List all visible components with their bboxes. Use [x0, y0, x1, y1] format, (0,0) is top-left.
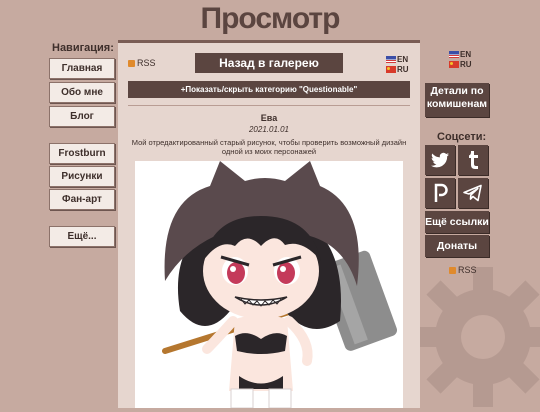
lang-ru-link[interactable]: RU [386, 65, 409, 75]
more-links-button[interactable]: Ещё ссылки [425, 211, 489, 233]
lang-ru-label: RU [397, 65, 409, 74]
sidebar-lang-en-label: EN [460, 50, 472, 59]
back-to-gallery-button[interactable]: Назад в галерею [195, 53, 343, 73]
sidebar-language-switcher: EN RU [449, 50, 472, 70]
sidebar-rss-label: RSS [458, 265, 477, 275]
sidebar-rss-link[interactable]: RSS [449, 265, 477, 275]
sidebar-lang-en-link[interactable]: EN [449, 50, 472, 60]
rss-icon [449, 267, 456, 275]
nav-item-fanart[interactable]: Фан-арт [49, 189, 115, 210]
twitter-icon [431, 152, 449, 168]
telegram-button[interactable] [458, 178, 488, 208]
language-switcher: EN RU [386, 55, 409, 75]
ussr-flag-icon [449, 61, 459, 69]
nav-item-drawings[interactable]: Рисунки [49, 166, 115, 187]
nav-item-about[interactable]: Обо мне [49, 82, 115, 103]
gear-decoration-icon [413, 267, 540, 407]
rss-icon [128, 60, 135, 68]
navigation-heading: Навигация: [52, 42, 114, 54]
telegram-icon [463, 184, 482, 202]
ussr-flag-icon [386, 66, 396, 74]
lang-en-label: EN [397, 55, 409, 64]
artwork-title: Ева [260, 113, 278, 123]
nav-item-blog[interactable]: Блог [49, 106, 115, 127]
tumblr-icon [469, 151, 478, 169]
tumblr-button[interactable] [458, 145, 488, 175]
content-panel: RSS Назад в галерею EN RU +Показать/скры… [118, 40, 420, 408]
artwork-image[interactable] [135, 161, 403, 408]
commissions-details-button[interactable]: Детали по комишенам [425, 83, 489, 117]
toggle-questionable-button[interactable]: +Показать/скрыть категорию "Questionable… [128, 81, 410, 98]
lang-en-link[interactable]: EN [386, 55, 409, 65]
chibi-character-illustration [162, 161, 398, 408]
us-flag-icon [449, 51, 459, 59]
artwork-description: Мой отредактированный старый рисунок, чт… [131, 138, 407, 156]
twitter-button[interactable] [425, 145, 455, 175]
donate-button[interactable]: Донаты [425, 235, 489, 257]
sidebar-lang-ru-link[interactable]: RU [449, 60, 472, 70]
divider [128, 105, 410, 106]
nav-item-more[interactable]: Ещё... [49, 226, 115, 247]
nav-item-home[interactable]: Главная [49, 58, 115, 79]
rss-label: RSS [137, 58, 156, 68]
artwork-date: 2021.01.01 [248, 125, 290, 134]
socials-heading: Соцсети: [437, 131, 487, 143]
picarto-icon [434, 183, 448, 202]
rss-link[interactable]: RSS [128, 58, 156, 68]
nav-item-frostburn[interactable]: Frostburn [49, 143, 115, 164]
picarto-button[interactable] [425, 178, 455, 208]
page-title: Просмотр [200, 2, 341, 35]
us-flag-icon [386, 56, 396, 64]
sidebar-lang-ru-label: RU [460, 60, 472, 69]
